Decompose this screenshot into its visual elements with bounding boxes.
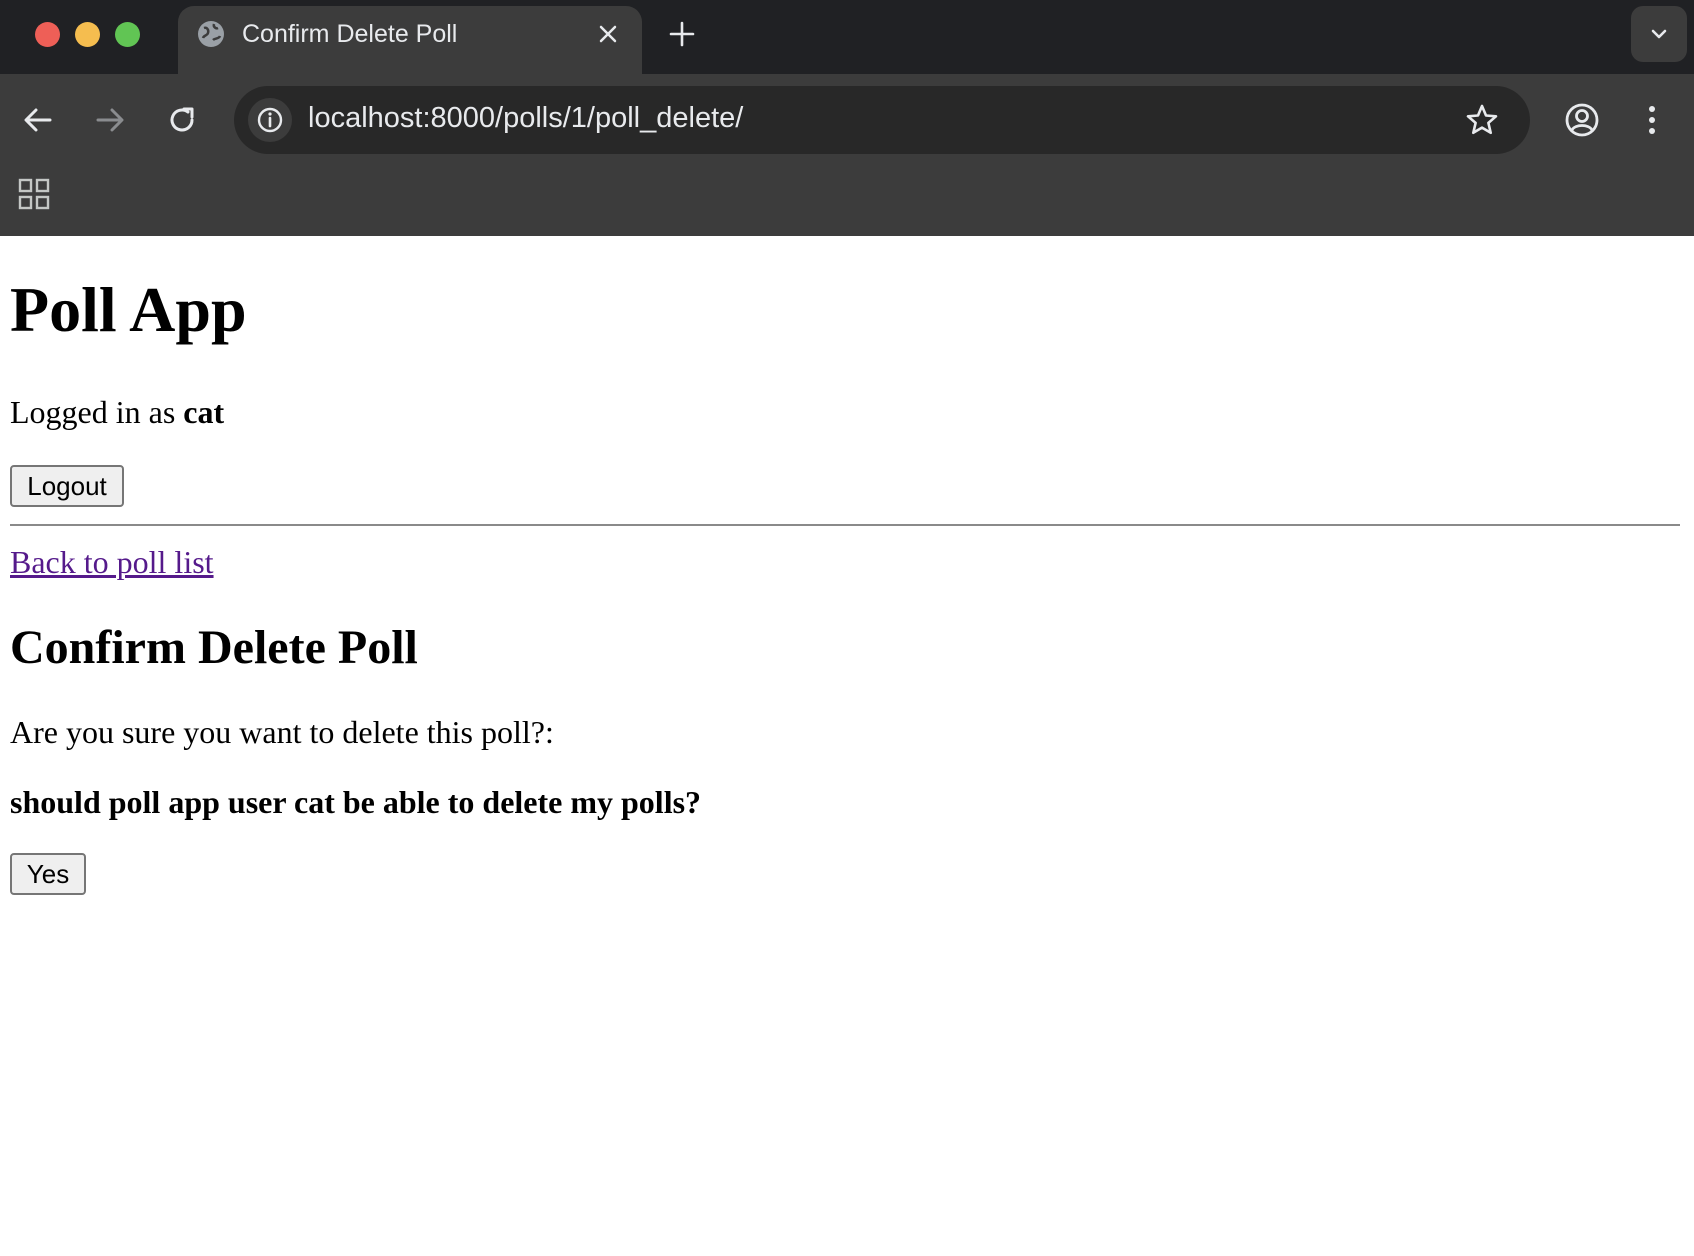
minimize-window-button[interactable] (75, 22, 100, 47)
tab-title: Confirm Delete Poll (242, 20, 458, 48)
logged-in-prefix: Logged in as (10, 394, 176, 430)
tab-strip: Confirm Delete Poll (0, 0, 1694, 74)
username: cat (183, 394, 225, 430)
page-title: Confirm Delete Poll (10, 621, 418, 674)
reload-icon[interactable] (162, 100, 202, 140)
browser-toolbar: localhost:8000/polls/1/poll_delete/ (0, 74, 1694, 166)
more-options-icon[interactable] (1640, 100, 1664, 140)
apps-grid-icon[interactable] (18, 178, 50, 210)
profile-icon[interactable] (1562, 100, 1602, 140)
info-icon (257, 107, 283, 133)
bookmarks-bar (0, 166, 1694, 236)
close-window-button[interactable] (35, 22, 60, 47)
app-title: Poll App (10, 274, 247, 345)
chevron-down-icon (1651, 29, 1667, 39)
back-to-poll-list-link[interactable]: Back to poll list (10, 546, 214, 578)
tab-search-button[interactable] (1631, 6, 1687, 62)
forward-arrow-icon[interactable] (90, 100, 130, 140)
url-text[interactable]: localhost:8000/polls/1/poll_delete/ (308, 102, 743, 135)
poll-title: should poll app user cat be able to dele… (10, 784, 702, 820)
address-bar[interactable]: localhost:8000/polls/1/poll_delete/ (234, 86, 1530, 154)
close-tab-icon[interactable] (596, 22, 620, 46)
login-status: Logged in as cat (10, 396, 224, 428)
confirm-delete-button[interactable]: Yes (10, 853, 86, 895)
logout-button[interactable]: Logout (10, 465, 124, 507)
tab-active[interactable]: Confirm Delete Poll (178, 6, 642, 74)
bookmark-star-icon[interactable] (1464, 102, 1500, 138)
new-tab-icon[interactable] (668, 20, 696, 48)
confirm-question: Are you sure you want to delete this pol… (10, 714, 554, 750)
globe-icon (198, 21, 224, 47)
site-info-button[interactable] (248, 98, 292, 142)
maximize-window-button[interactable] (115, 22, 140, 47)
browser-chrome: Confirm Delete Poll localhost:8000/polls… (0, 0, 1694, 236)
back-arrow-icon[interactable] (18, 100, 58, 140)
divider (10, 524, 1680, 526)
